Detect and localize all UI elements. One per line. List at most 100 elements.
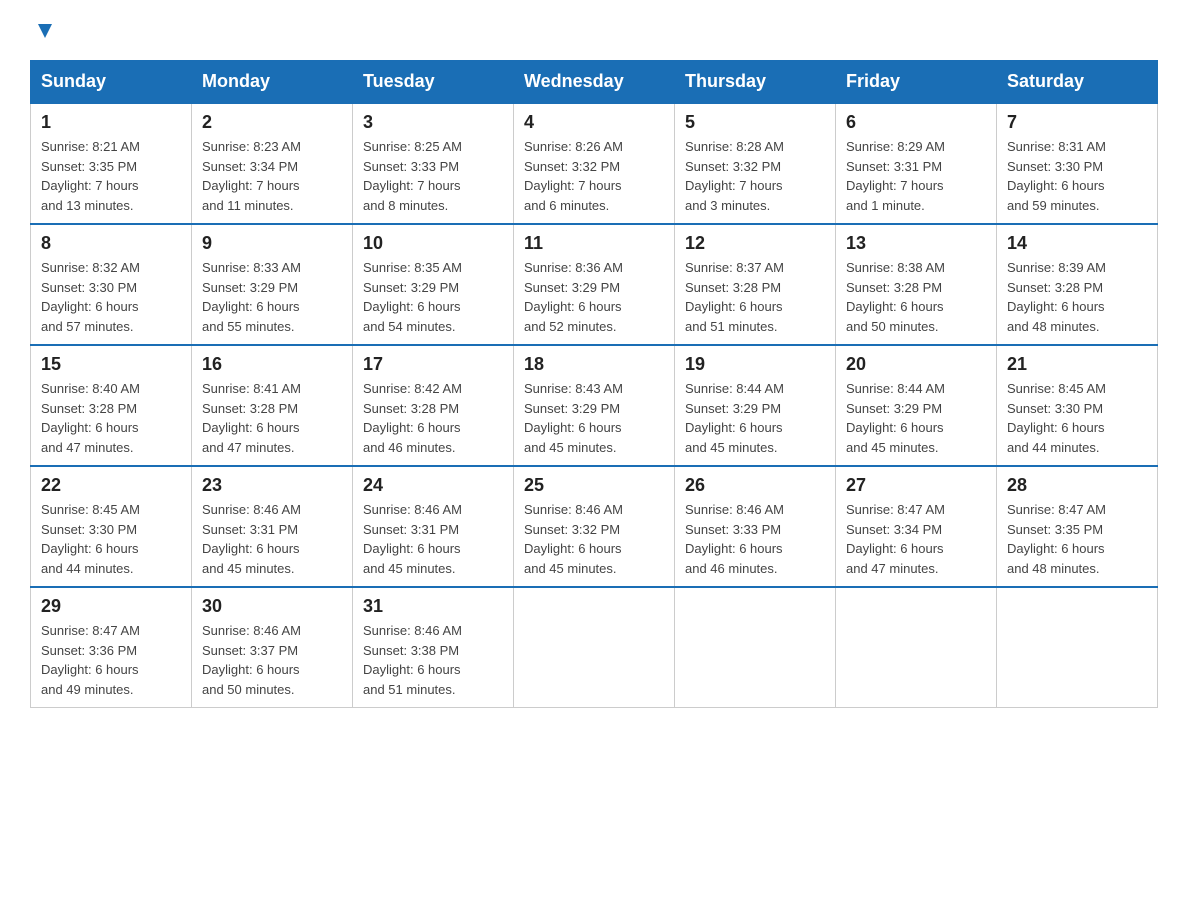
day-number: 6 — [846, 112, 986, 133]
day-number: 13 — [846, 233, 986, 254]
col-friday: Friday — [836, 61, 997, 104]
day-number: 2 — [202, 112, 342, 133]
day-info: Sunrise: 8:28 AM Sunset: 3:32 PM Dayligh… — [685, 137, 825, 215]
day-cell: 21 Sunrise: 8:45 AM Sunset: 3:30 PM Dayli… — [997, 345, 1158, 466]
day-cell: 2 Sunrise: 8:23 AM Sunset: 3:34 PM Daylig… — [192, 103, 353, 224]
calendar-header: Sunday Monday Tuesday Wednesday Thursday… — [31, 61, 1158, 104]
day-number: 3 — [363, 112, 503, 133]
day-info: Sunrise: 8:46 AM Sunset: 3:32 PM Dayligh… — [524, 500, 664, 578]
col-monday: Monday — [192, 61, 353, 104]
day-number: 16 — [202, 354, 342, 375]
day-cell: 5 Sunrise: 8:28 AM Sunset: 3:32 PM Daylig… — [675, 103, 836, 224]
day-info: Sunrise: 8:36 AM Sunset: 3:29 PM Dayligh… — [524, 258, 664, 336]
day-number: 9 — [202, 233, 342, 254]
week-row-1: 1Sunrise: 8:21 AM Sunset: 3:35 PM Daylig… — [31, 103, 1158, 224]
day-number: 30 — [202, 596, 342, 617]
week-row-4: 22 Sunrise: 8:45 AM Sunset: 3:30 PM Dayli… — [31, 466, 1158, 587]
day-cell: 3 Sunrise: 8:25 AM Sunset: 3:33 PM Daylig… — [353, 103, 514, 224]
day-number: 1 — [41, 112, 181, 133]
header-row: Sunday Monday Tuesday Wednesday Thursday… — [31, 61, 1158, 104]
day-cell: 22 Sunrise: 8:45 AM Sunset: 3:30 PM Dayli… — [31, 466, 192, 587]
day-info: Sunrise: 8:40 AM Sunset: 3:28 PM Dayligh… — [41, 379, 181, 457]
day-cell: 11 Sunrise: 8:36 AM Sunset: 3:29 PM Dayli… — [514, 224, 675, 345]
day-cell: 29 Sunrise: 8:47 AM Sunset: 3:36 PM Dayli… — [31, 587, 192, 708]
day-info: Sunrise: 8:26 AM Sunset: 3:32 PM Dayligh… — [524, 137, 664, 215]
day-cell: 16 Sunrise: 8:41 AM Sunset: 3:28 PM Dayli… — [192, 345, 353, 466]
day-info: Sunrise: 8:25 AM Sunset: 3:33 PM Dayligh… — [363, 137, 503, 215]
day-number: 15 — [41, 354, 181, 375]
calendar-body: 1Sunrise: 8:21 AM Sunset: 3:35 PM Daylig… — [31, 103, 1158, 708]
day-number: 18 — [524, 354, 664, 375]
week-row-2: 8 Sunrise: 8:32 AM Sunset: 3:30 PM Daylig… — [31, 224, 1158, 345]
day-info: Sunrise: 8:45 AM Sunset: 3:30 PM Dayligh… — [1007, 379, 1147, 457]
day-info: Sunrise: 8:43 AM Sunset: 3:29 PM Dayligh… — [524, 379, 664, 457]
day-number: 23 — [202, 475, 342, 496]
day-number: 5 — [685, 112, 825, 133]
day-cell: 20Sunrise: 8:44 AM Sunset: 3:29 PM Dayli… — [836, 345, 997, 466]
day-cell: 15 Sunrise: 8:40 AM Sunset: 3:28 PM Dayli… — [31, 345, 192, 466]
day-cell: 12Sunrise: 8:37 AM Sunset: 3:28 PM Dayli… — [675, 224, 836, 345]
day-info: Sunrise: 8:31 AM Sunset: 3:30 PM Dayligh… — [1007, 137, 1147, 215]
day-info: Sunrise: 8:33 AM Sunset: 3:29 PM Dayligh… — [202, 258, 342, 336]
day-number: 8 — [41, 233, 181, 254]
day-info: Sunrise: 8:47 AM Sunset: 3:36 PM Dayligh… — [41, 621, 181, 699]
day-info: Sunrise: 8:41 AM Sunset: 3:28 PM Dayligh… — [202, 379, 342, 457]
day-number: 22 — [41, 475, 181, 496]
day-cell: 26 Sunrise: 8:46 AM Sunset: 3:33 PM Dayli… — [675, 466, 836, 587]
day-info: Sunrise: 8:38 AM Sunset: 3:28 PM Dayligh… — [846, 258, 986, 336]
day-number: 31 — [363, 596, 503, 617]
page-header — [30, 20, 1158, 42]
col-saturday: Saturday — [997, 61, 1158, 104]
day-number: 28 — [1007, 475, 1147, 496]
day-number: 10 — [363, 233, 503, 254]
day-number: 12 — [685, 233, 825, 254]
logo — [30, 20, 56, 42]
day-cell: 17Sunrise: 8:42 AM Sunset: 3:28 PM Dayli… — [353, 345, 514, 466]
day-info: Sunrise: 8:47 AM Sunset: 3:35 PM Dayligh… — [1007, 500, 1147, 578]
day-number: 11 — [524, 233, 664, 254]
day-info: Sunrise: 8:45 AM Sunset: 3:30 PM Dayligh… — [41, 500, 181, 578]
day-cell — [997, 587, 1158, 708]
logo-chevron-icon — [34, 20, 56, 42]
day-cell: 9 Sunrise: 8:33 AM Sunset: 3:29 PM Daylig… — [192, 224, 353, 345]
day-cell: 18 Sunrise: 8:43 AM Sunset: 3:29 PM Dayli… — [514, 345, 675, 466]
day-cell: 30Sunrise: 8:46 AM Sunset: 3:37 PM Dayli… — [192, 587, 353, 708]
day-info: Sunrise: 8:29 AM Sunset: 3:31 PM Dayligh… — [846, 137, 986, 215]
day-number: 29 — [41, 596, 181, 617]
day-number: 4 — [524, 112, 664, 133]
day-info: Sunrise: 8:46 AM Sunset: 3:33 PM Dayligh… — [685, 500, 825, 578]
day-cell: 14 Sunrise: 8:39 AM Sunset: 3:28 PM Dayli… — [997, 224, 1158, 345]
day-number: 24 — [363, 475, 503, 496]
day-number: 25 — [524, 475, 664, 496]
col-wednesday: Wednesday — [514, 61, 675, 104]
calendar-table: Sunday Monday Tuesday Wednesday Thursday… — [30, 60, 1158, 708]
day-cell: 1Sunrise: 8:21 AM Sunset: 3:35 PM Daylig… — [31, 103, 192, 224]
day-cell: 27 Sunrise: 8:47 AM Sunset: 3:34 PM Dayli… — [836, 466, 997, 587]
day-cell: 7 Sunrise: 8:31 AM Sunset: 3:30 PM Daylig… — [997, 103, 1158, 224]
day-number: 21 — [1007, 354, 1147, 375]
day-cell: 25 Sunrise: 8:46 AM Sunset: 3:32 PM Dayli… — [514, 466, 675, 587]
day-cell: 23Sunrise: 8:46 AM Sunset: 3:31 PM Dayli… — [192, 466, 353, 587]
day-number: 20 — [846, 354, 986, 375]
week-row-3: 15 Sunrise: 8:40 AM Sunset: 3:28 PM Dayli… — [31, 345, 1158, 466]
day-cell — [836, 587, 997, 708]
day-cell: 8 Sunrise: 8:32 AM Sunset: 3:30 PM Daylig… — [31, 224, 192, 345]
day-number: 27 — [846, 475, 986, 496]
col-thursday: Thursday — [675, 61, 836, 104]
day-info: Sunrise: 8:32 AM Sunset: 3:30 PM Dayligh… — [41, 258, 181, 336]
day-info: Sunrise: 8:47 AM Sunset: 3:34 PM Dayligh… — [846, 500, 986, 578]
day-info: Sunrise: 8:23 AM Sunset: 3:34 PM Dayligh… — [202, 137, 342, 215]
day-number: 26 — [685, 475, 825, 496]
day-cell: 13 Sunrise: 8:38 AM Sunset: 3:28 PM Dayli… — [836, 224, 997, 345]
day-number: 7 — [1007, 112, 1147, 133]
day-info: Sunrise: 8:39 AM Sunset: 3:28 PM Dayligh… — [1007, 258, 1147, 336]
day-cell: 28 Sunrise: 8:47 AM Sunset: 3:35 PM Dayli… — [997, 466, 1158, 587]
day-cell: 31 Sunrise: 8:46 AM Sunset: 3:38 PM Dayli… — [353, 587, 514, 708]
day-cell: 19Sunrise: 8:44 AM Sunset: 3:29 PM Dayli… — [675, 345, 836, 466]
col-tuesday: Tuesday — [353, 61, 514, 104]
day-cell — [675, 587, 836, 708]
day-number: 14 — [1007, 233, 1147, 254]
day-info: Sunrise: 8:46 AM Sunset: 3:38 PM Dayligh… — [363, 621, 503, 699]
day-number: 19 — [685, 354, 825, 375]
day-cell: 4 Sunrise: 8:26 AM Sunset: 3:32 PM Daylig… — [514, 103, 675, 224]
